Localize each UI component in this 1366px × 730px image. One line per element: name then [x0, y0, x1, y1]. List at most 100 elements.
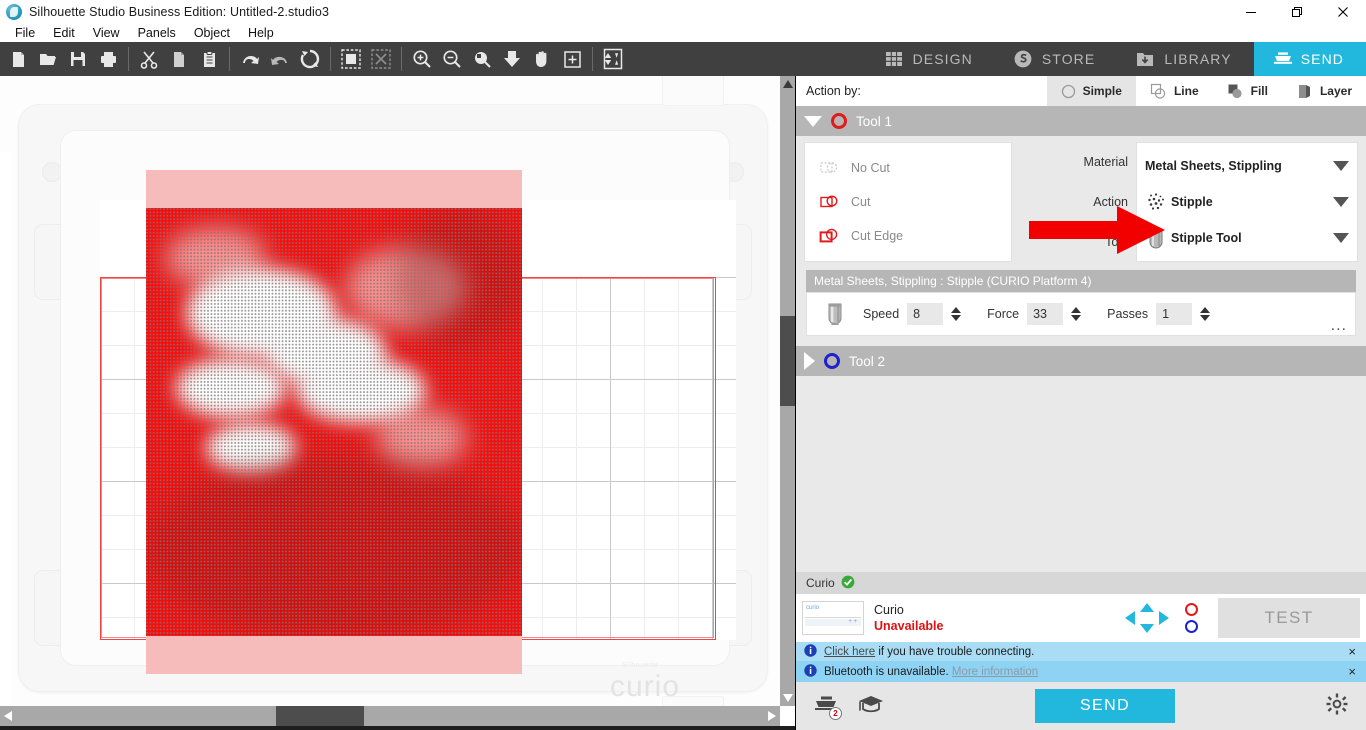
force-field: Force	[987, 303, 1082, 325]
zoom-out-icon[interactable]	[437, 44, 467, 74]
material-select[interactable]: Metal Sheets, Stippling	[1137, 148, 1357, 184]
tool1-color-dot-icon	[831, 113, 847, 129]
stepper-up-icon[interactable]	[1071, 307, 1082, 313]
tool1-header[interactable]: Tool 1	[796, 106, 1366, 136]
connection-help-text: if you have trouble connecting.	[875, 645, 1035, 658]
cut-option-cut[interactable]: Cut	[805, 185, 1011, 219]
speed-stepper[interactable]	[951, 307, 962, 321]
action-by-fill[interactable]: Fill	[1213, 76, 1282, 106]
tab-design[interactable]: DESIGN	[865, 42, 995, 76]
connection-help-link[interactable]: Click here	[824, 646, 875, 658]
fit-page-icon[interactable]	[557, 44, 587, 74]
action-by-layer[interactable]: Layer	[1282, 76, 1366, 106]
check-circle-icon	[841, 575, 855, 592]
tool1-title: Tool 1	[856, 113, 893, 129]
close-icon[interactable]: ×	[1346, 664, 1358, 679]
action-by-line[interactable]: Line	[1136, 76, 1213, 106]
fit-to-window-icon[interactable]	[497, 44, 527, 74]
tab-library[interactable]: LIBRARY	[1117, 42, 1254, 76]
force-stepper[interactable]	[1071, 307, 1082, 321]
force-input[interactable]	[1027, 303, 1064, 325]
minimize-icon[interactable]	[1228, 0, 1274, 24]
cut-option-cut-edge[interactable]: Cut Edge	[805, 219, 1011, 253]
vertical-scroll-thumb[interactable]	[780, 316, 796, 406]
speed-input[interactable]	[907, 303, 944, 325]
send-button[interactable]: SEND	[1035, 689, 1175, 723]
menu-edit[interactable]: Edit	[44, 24, 84, 42]
menu-file[interactable]: File	[6, 24, 44, 42]
print-icon[interactable]	[93, 44, 123, 74]
tool-select[interactable]: Stipple Tool	[1137, 220, 1357, 256]
tool-1-red-circle-icon[interactable]	[1185, 603, 1198, 616]
tab-store[interactable]: STORE	[994, 42, 1118, 76]
chevron-down-icon[interactable]	[1333, 233, 1349, 243]
tab-send[interactable]: SEND	[1253, 42, 1366, 76]
action-select[interactable]: Stipple	[1137, 184, 1357, 220]
menu-panels[interactable]: Panels	[129, 24, 185, 42]
trace-icon[interactable]	[598, 44, 628, 74]
redo-icon[interactable]	[265, 44, 295, 74]
close-icon[interactable]	[1320, 0, 1366, 24]
scroll-up-arrow-icon[interactable]	[780, 76, 796, 92]
stepper-down-icon[interactable]	[1071, 315, 1082, 321]
save-icon[interactable]	[63, 44, 93, 74]
material-label: Material	[1083, 155, 1128, 169]
design-canvas[interactable]: Silhouette curio	[0, 76, 780, 706]
chevron-down-icon[interactable]	[1333, 197, 1349, 207]
pan-hand-icon[interactable]	[527, 44, 557, 74]
menu-view[interactable]: View	[84, 24, 129, 42]
scroll-right-arrow-icon[interactable]	[764, 706, 780, 726]
canvas-vertical-scrollbar[interactable]	[780, 76, 796, 706]
canvas-horizontal-scrollbar[interactable]	[0, 706, 780, 726]
tool-2-blue-circle-icon[interactable]	[1185, 620, 1198, 633]
menu-object[interactable]: Object	[185, 24, 239, 42]
copy-icon[interactable]	[164, 44, 194, 74]
graduation-cap-icon[interactable]	[858, 693, 884, 720]
chevron-down-icon[interactable]	[804, 115, 822, 127]
close-icon[interactable]: ×	[1346, 644, 1358, 659]
stepper-down-icon[interactable]	[951, 315, 962, 321]
stepper-down-icon[interactable]	[1200, 315, 1211, 321]
tool2-header[interactable]: Tool 2	[796, 346, 1366, 376]
curio-watermark-text: curio	[610, 670, 681, 703]
main-toolbar: DESIGN STORE LIBRARY SEND	[0, 42, 1366, 76]
undo-icon[interactable]	[235, 44, 265, 74]
send-panel: Action by: Simple Line Fill Layer Tool 1…	[796, 76, 1366, 730]
more-options-button[interactable]: ...	[1331, 318, 1347, 334]
new-document-icon[interactable]	[3, 44, 33, 74]
device-thumbnail: curio + +	[802, 601, 864, 635]
scroll-left-arrow-icon[interactable]	[0, 706, 16, 726]
zoom-selection-icon[interactable]	[467, 44, 497, 74]
cut-scissors-icon[interactable]	[134, 44, 164, 74]
test-button[interactable]: TEST	[1218, 598, 1360, 638]
stipple-artwork[interactable]	[146, 170, 522, 674]
deselect-all-icon[interactable]	[366, 44, 396, 74]
action-by-simple[interactable]: Simple	[1046, 76, 1136, 106]
scroll-down-arrow-icon[interactable]	[780, 690, 796, 706]
horizontal-scroll-thumb[interactable]	[276, 706, 364, 726]
zoom-in-icon[interactable]	[407, 44, 437, 74]
open-folder-icon[interactable]	[33, 44, 63, 74]
refresh-icon[interactable]	[295, 44, 325, 74]
toolbar-group-view	[404, 42, 590, 76]
stepper-up-icon[interactable]	[951, 307, 962, 313]
gear-icon[interactable]	[1326, 693, 1348, 720]
chevron-right-icon[interactable]	[804, 352, 815, 370]
select-all-icon[interactable]	[336, 44, 366, 74]
notification-bluetooth: Bluetooth is unavailable. More informati…	[796, 662, 1366, 682]
paste-clipboard-icon[interactable]	[194, 44, 224, 74]
restore-icon[interactable]	[1274, 0, 1320, 24]
action-by-simple-label: Simple	[1082, 84, 1122, 98]
menu-bar: File Edit View Panels Object Help	[0, 24, 1366, 42]
passes-input[interactable]	[1156, 303, 1193, 325]
passes-stepper[interactable]	[1200, 307, 1211, 321]
chevron-down-icon[interactable]	[1333, 161, 1349, 171]
cut-option-no-cut[interactable]: No Cut	[805, 151, 1011, 185]
curio-watermark: Silhouette curio	[610, 662, 681, 704]
cutter-queue-icon[interactable]: 2	[814, 694, 842, 720]
more-information-link[interactable]: More information	[952, 666, 1038, 678]
dpad-arrows-icon[interactable]	[1125, 603, 1169, 633]
stepper-up-icon[interactable]	[1200, 307, 1211, 313]
menu-help[interactable]: Help	[239, 24, 283, 42]
tab-store-label: STORE	[1041, 51, 1096, 67]
